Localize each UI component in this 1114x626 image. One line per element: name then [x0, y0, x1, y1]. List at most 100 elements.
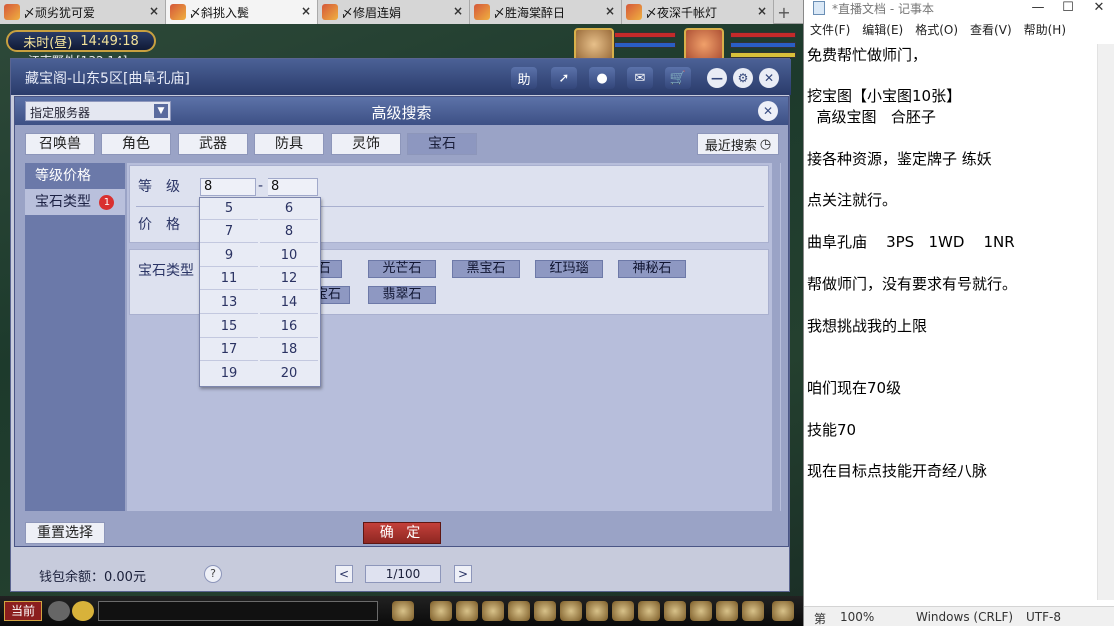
pet-icon[interactable] [392, 601, 414, 621]
minimize-icon[interactable]: — [1023, 0, 1053, 18]
gem-chip[interactable]: 红玛瑙 [535, 260, 603, 278]
mount-icon[interactable] [690, 601, 712, 621]
quest-icon[interactable] [586, 601, 608, 621]
scrollbar[interactable] [772, 163, 780, 511]
channel-current-button[interactable]: 当前 [4, 601, 42, 621]
tab-accessory[interactable]: 灵饰 [331, 133, 401, 155]
help-button[interactable]: 助 [511, 67, 537, 89]
notepad-text-area[interactable]: 免费帮忙做师门， 挖宝图【小宝图10张】 高级宝图 合胚子 接各种资源，鉴定牌子… [807, 44, 1097, 600]
browser-tab-5[interactable]: 〆夜深千帐灯 × [622, 0, 774, 24]
chat-icon[interactable]: ✉ [627, 67, 653, 89]
next-page-button[interactable]: > [454, 565, 472, 583]
nav-level-price[interactable]: 等级价格 [25, 163, 125, 189]
text-line: 技能70 [807, 421, 857, 439]
give-icon[interactable] [482, 601, 504, 621]
server-select-value: 指定服务器 [30, 106, 91, 120]
tab-armor[interactable]: 防具 [254, 133, 324, 155]
level-option[interactable]: 20 [260, 363, 318, 385]
gem-chip[interactable]: 神秘石 [618, 260, 686, 278]
level-option[interactable]: 18 [260, 339, 318, 361]
close-icon[interactable]: × [757, 4, 767, 18]
emoji-icon[interactable] [72, 601, 94, 621]
close-icon[interactable]: ✕ [1084, 0, 1114, 18]
gem-chip[interactable]: 黑宝石 [452, 260, 520, 278]
text-line: 我想挑战我的上限 [807, 317, 928, 335]
tab-label: 〆胜海棠醉日 [493, 5, 566, 20]
reset-button[interactable]: 重置选择 [25, 522, 105, 544]
help-icon[interactable]: ? [204, 565, 222, 583]
menu-view[interactable]: 查看(V) [970, 21, 1012, 41]
close-icon[interactable]: ✕ [758, 101, 778, 121]
server-select[interactable]: 指定服务器 ▼ [25, 101, 171, 121]
level-option[interactable]: 11 [200, 268, 258, 290]
tab-character[interactable]: 角色 [101, 133, 171, 155]
prev-page-button[interactable]: < [335, 565, 353, 583]
achievement-icon[interactable] [716, 601, 738, 621]
minimize-icon[interactable]: — [707, 68, 727, 88]
tab-label: 〆斜挑入鬓 [189, 5, 250, 20]
level-option[interactable]: 5 [200, 198, 258, 220]
recent-search-button[interactable]: 最近搜索 ◷ [697, 133, 779, 155]
level-option[interactable]: 12 [260, 268, 318, 290]
level-max-input[interactable]: 8 [268, 178, 318, 196]
level-min-input[interactable]: 8 [200, 178, 256, 196]
menu-edit[interactable]: 编辑(E) [862, 21, 903, 41]
tab-gem[interactable]: 宝石 [407, 133, 477, 155]
level-option[interactable]: 13 [200, 292, 258, 314]
text-line: 免费帮忙做师门， [807, 46, 928, 64]
system-icon[interactable] [742, 601, 764, 621]
attack-icon[interactable] [430, 601, 452, 621]
chat-input[interactable] [98, 601, 378, 621]
microphone-icon[interactable] [48, 601, 70, 621]
level-option[interactable]: 6 [260, 198, 318, 220]
level-option[interactable]: 16 [260, 316, 318, 338]
close-icon[interactable]: × [453, 4, 463, 18]
level-option[interactable]: 14 [260, 292, 318, 314]
notepad-icon [813, 1, 825, 15]
nav-gem-type[interactable]: 宝石类型 1 [25, 189, 125, 215]
tab-label: 〆顽劣犹可爱 [23, 5, 96, 20]
menu-file[interactable]: 文件(F) [810, 21, 850, 41]
friends-icon[interactable] [638, 601, 660, 621]
level-option[interactable]: 9 [200, 245, 258, 267]
new-tab-button[interactable]: + [774, 0, 794, 24]
menu-help[interactable]: 帮助(H) [1024, 21, 1066, 41]
status-eol: Windows (CRLF) [916, 610, 1014, 624]
guild-icon[interactable] [612, 601, 634, 621]
level-option[interactable]: 17 [200, 339, 258, 361]
item-icon[interactable] [456, 601, 478, 621]
level-option[interactable]: 15 [200, 316, 258, 338]
mall-icon[interactable] [772, 601, 794, 621]
level-option[interactable]: 19 [200, 363, 258, 385]
skill-icon[interactable] [664, 601, 686, 621]
confirm-button[interactable]: 确 定 [363, 522, 441, 544]
cart-icon[interactable]: 🛒 [665, 67, 691, 89]
pet-list-icon[interactable] [560, 601, 582, 621]
gem-chip[interactable]: 光芒石 [368, 260, 436, 278]
gem-type-label: 宝石类型 [138, 263, 194, 279]
trade-icon[interactable] [508, 601, 530, 621]
maximize-icon[interactable]: ☐ [1053, 0, 1083, 18]
browser-tab-2[interactable]: 〆斜挑入鬓 × [166, 0, 318, 24]
nav-label: 宝石类型 [35, 194, 91, 210]
team-icon[interactable] [534, 601, 556, 621]
browser-tab-1[interactable]: 〆顽劣犹可爱 × [0, 0, 166, 24]
notepad-scrollbar[interactable] [1097, 44, 1114, 600]
close-icon[interactable]: × [605, 4, 615, 18]
level-option[interactable]: 8 [260, 221, 318, 243]
level-option[interactable]: 10 [260, 245, 318, 267]
share-icon[interactable]: ➚ [551, 67, 577, 89]
close-icon[interactable]: × [149, 4, 159, 18]
record-icon[interactable]: ● [589, 67, 615, 89]
browser-tab-4[interactable]: 〆胜海棠醉日 × [470, 0, 622, 24]
tab-pet[interactable]: 召唤兽 [25, 133, 95, 155]
close-icon[interactable]: ✕ [759, 68, 779, 88]
browser-tab-3[interactable]: 〆修眉连娟 × [318, 0, 470, 24]
level-option[interactable]: 7 [200, 221, 258, 243]
close-icon[interactable]: × [301, 4, 311, 18]
text-line: 曲阜孔庙 3PS 1WD 1NR [807, 233, 1015, 251]
settings-icon[interactable]: ⚙ [733, 68, 753, 88]
tab-weapon[interactable]: 武器 [178, 133, 248, 155]
menu-format[interactable]: 格式(O) [915, 21, 958, 41]
gem-chip[interactable]: 翡翠石 [368, 286, 436, 304]
